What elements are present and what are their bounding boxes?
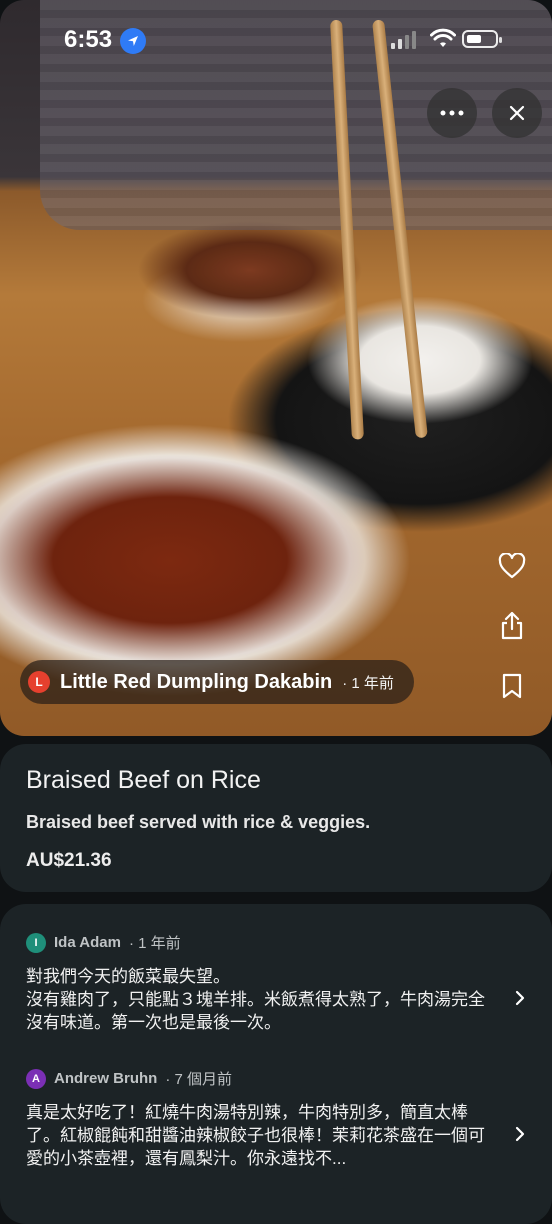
like-button[interactable] xyxy=(496,550,528,582)
chevron-right-icon[interactable] xyxy=(512,990,528,1006)
bookmark-button[interactable] xyxy=(496,670,528,702)
reviewer-avatar: I xyxy=(26,932,46,953)
share-button[interactable] xyxy=(496,610,528,642)
restaurant-name: Little Red Dumpling Dakabin xyxy=(60,670,333,693)
restaurant-time: · 1 年前 xyxy=(342,674,394,692)
dish-photo-card: 6:53 L Little Red Dumpling Dakabin · 1 年… xyxy=(0,0,552,736)
review-time: · 7 個月前 xyxy=(165,1071,233,1088)
reviewer-name: Ida Adam xyxy=(54,934,121,951)
dish-price: AU$21.36 xyxy=(26,850,112,871)
wifi-icon xyxy=(430,28,456,47)
bookmark-outline-icon xyxy=(502,673,522,699)
heart-outline-icon xyxy=(498,553,526,579)
location-arrow-icon xyxy=(120,28,146,54)
dish-description: Braised beef served with rice & veggies. xyxy=(26,812,371,832)
close-icon xyxy=(509,105,525,121)
review-header: A Andrew Bruhn · 7 個月前 xyxy=(26,1068,496,1089)
more-horizontal-icon xyxy=(440,110,464,116)
battery-icon xyxy=(462,30,502,48)
close-button[interactable] xyxy=(492,88,542,138)
review-item[interactable]: A Andrew Bruhn · 7 個月前 真是太好吃了！紅燒牛肉湯特別辣，牛… xyxy=(26,1068,496,1170)
status-bar: 6:53 xyxy=(0,0,552,80)
cellular-signal-icon xyxy=(391,31,416,49)
chevron-right-icon[interactable] xyxy=(512,1126,528,1142)
restaurant-pill[interactable]: L Little Red Dumpling Dakabin · 1 年前 xyxy=(20,660,414,704)
reviewer-name: Andrew Bruhn xyxy=(54,1070,158,1087)
share-icon xyxy=(501,611,523,640)
review-header: I Ida Adam · 1 年前 xyxy=(26,932,496,953)
review-time: · 1 年前 xyxy=(128,935,181,952)
more-button[interactable] xyxy=(427,88,477,138)
dish-title: Braised Beef on Rice xyxy=(26,766,261,794)
status-time: 6:53 xyxy=(64,26,113,53)
review-text: 對我們今天的飯菜最失望。 沒有雞肉了，只能點３塊羊排。米飯煮得太熟了，牛肉湯完全… xyxy=(26,967,485,1032)
restaurant-avatar: L xyxy=(28,671,50,693)
review-text: 真是太好吃了！紅燒牛肉湯特別辣，牛肉特別多，簡直太棒了。紅椒餛飩和甜醬油辣椒餃子… xyxy=(26,1103,485,1168)
dish-info-card: Braised Beef on Rice Braised beef served… xyxy=(0,744,552,892)
review-item[interactable]: I Ida Adam · 1 年前 對我們今天的飯菜最失望。 沒有雞肉了，只能點… xyxy=(26,932,496,1034)
reviews-card: I Ida Adam · 1 年前 對我們今天的飯菜最失望。 沒有雞肉了，只能點… xyxy=(0,904,552,1224)
reviewer-avatar: A xyxy=(26,1068,46,1089)
